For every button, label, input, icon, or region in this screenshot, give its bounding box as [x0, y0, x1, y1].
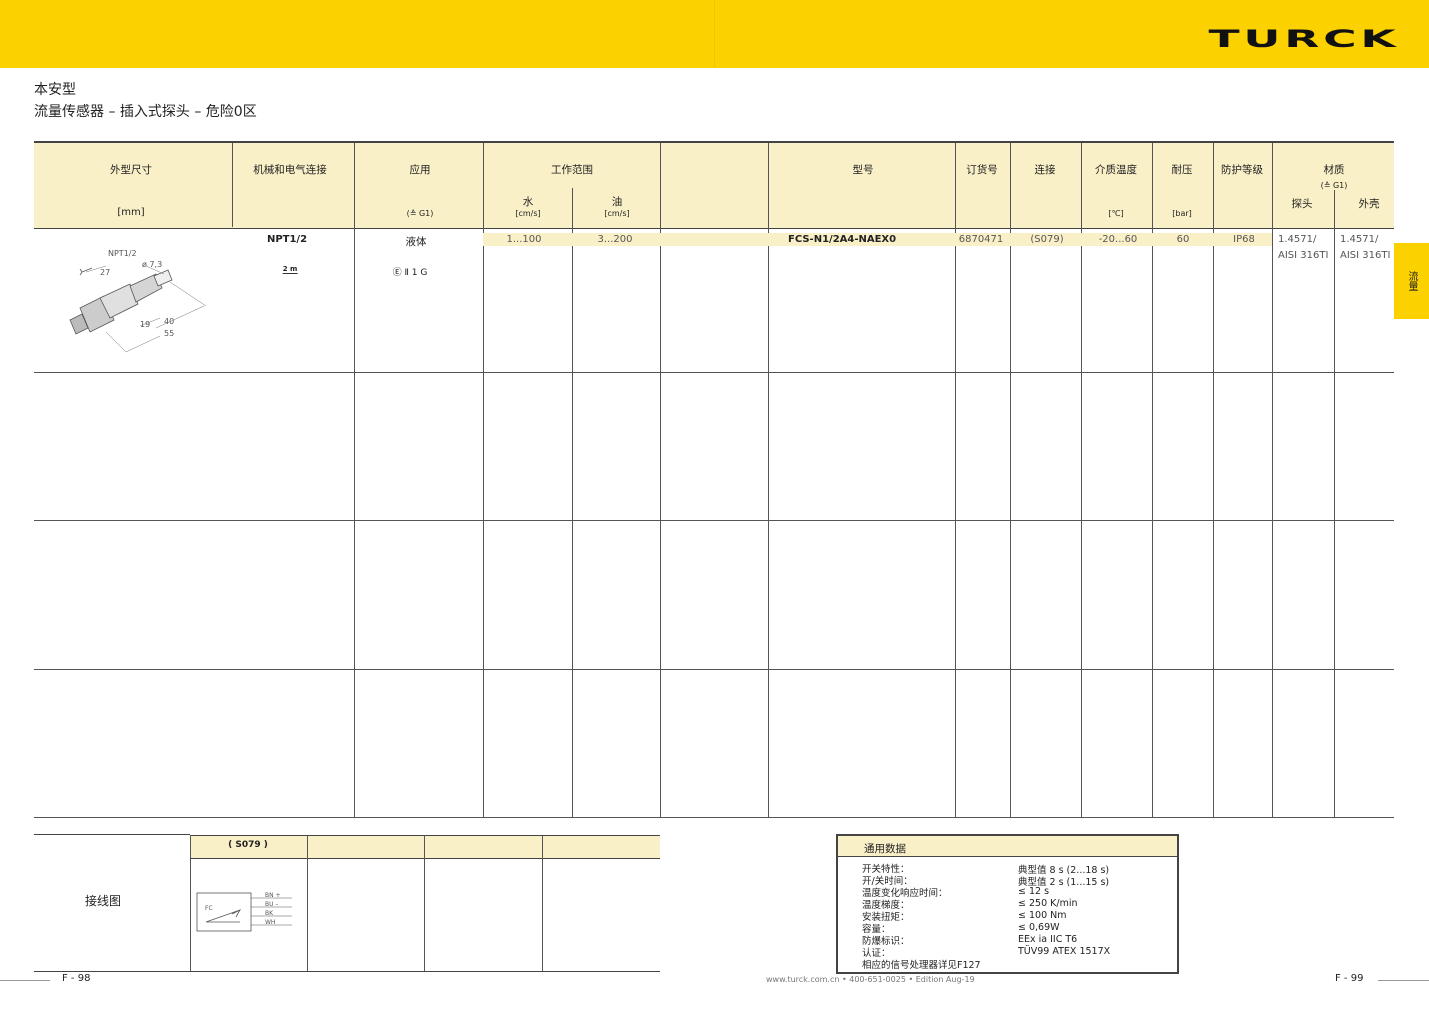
water-range: 1...100: [506, 234, 542, 245]
col-order: 订货号: [966, 164, 998, 176]
medium: 液体: [405, 236, 427, 248]
general-title: 通用数据: [864, 843, 906, 855]
dim-19: 19: [140, 320, 150, 329]
housing-material-1: 1.4571/: [1340, 234, 1379, 245]
col-range: 工作范围: [551, 164, 593, 176]
col-app: 应用: [409, 164, 431, 176]
svg-text:WH: WH: [265, 919, 275, 926]
pressure-value: 60: [1176, 234, 1190, 245]
col-pressure: 耐压: [1171, 164, 1193, 176]
probe-material-1: 1.4571/: [1278, 234, 1317, 245]
thread-label: NPT1/2: [266, 234, 308, 245]
footer-contact: www.turck.com.cn • 400-651-0025 • Editio…: [766, 975, 975, 984]
wiring-diagram: FC BN + BU – BK WH: [196, 892, 292, 932]
col-temp-unit: [℃]: [1108, 209, 1124, 218]
general-data: 通用数据 开关特性： 典型值 8 s (2...18 s) 开/关时间： 典型值…: [836, 834, 1179, 974]
svg-text:BU –: BU –: [265, 901, 278, 908]
sensor-drawing: NPT1/2 27 ø 7,3 19 40 55: [69, 249, 207, 353]
page-title: 本安型: [34, 82, 76, 98]
connection-code: (S079): [1030, 234, 1064, 245]
col-oil-unit: [cm/s]: [604, 209, 630, 218]
wrench-icon: [79, 267, 93, 276]
page-number-right: F - 99: [1335, 973, 1364, 984]
housing-material-2: AISI 316TI: [1340, 250, 1391, 261]
side-tab[interactable]: 流量: [1394, 243, 1429, 319]
dim-55: 55: [164, 329, 174, 338]
page-number-left: F - 98: [62, 973, 91, 984]
col-connection: 连接: [1034, 164, 1056, 176]
col-probe: 探头: [1291, 198, 1313, 210]
svg-text:BN +: BN +: [265, 892, 281, 899]
wiring-code: ( S079 ): [228, 840, 268, 850]
wiring-label: 接线图: [84, 894, 122, 908]
col-dims-unit: [mm]: [117, 207, 145, 218]
col-type: 型号: [852, 164, 874, 176]
wrench-dim: 27: [100, 268, 110, 277]
turck-logo: TURCK: [1208, 25, 1400, 53]
npt-dim: NPT1/2: [108, 249, 137, 258]
col-water-unit: [cm/s]: [515, 209, 541, 218]
svg-text:FC: FC: [205, 905, 213, 912]
order-number: 6870471: [958, 234, 1004, 245]
col-temp: 介质温度: [1095, 164, 1137, 176]
col-pressure-unit: [bar]: [1172, 209, 1192, 218]
col-housing: 外壳: [1358, 198, 1380, 210]
type-code: FCS-N1/2A4-NAEX0: [788, 234, 897, 245]
diameter-dim: ø 7,3: [142, 260, 162, 269]
oil-range: 3...200: [597, 234, 633, 245]
col-conn: 机械和电气连接: [253, 164, 327, 176]
col-material-note: (≙ G1): [1320, 181, 1348, 190]
page-subtitle: 流量传感器 – 插入式探头 – 危险0区: [34, 104, 257, 120]
col-oil: 油: [611, 196, 623, 208]
ex-icon: Ⓔ: [392, 268, 402, 278]
dim-40: 40: [164, 317, 174, 326]
probe-material-2: AISI 316TI: [1278, 250, 1329, 261]
cable-length: 2 m: [282, 265, 298, 274]
atex-mark: Ⓔ Ⅱ 1 G: [392, 268, 428, 278]
temp-range: -20...60: [1098, 234, 1138, 245]
col-app-note: (≙ G1): [406, 209, 434, 218]
svg-text:BK: BK: [265, 910, 274, 917]
col-dims: 外型尺寸: [110, 164, 152, 176]
protection-class: IP68: [1233, 234, 1255, 245]
col-water: 水: [522, 196, 534, 208]
col-protection: 防护等级: [1221, 164, 1263, 176]
col-material: 材质: [1323, 164, 1345, 176]
